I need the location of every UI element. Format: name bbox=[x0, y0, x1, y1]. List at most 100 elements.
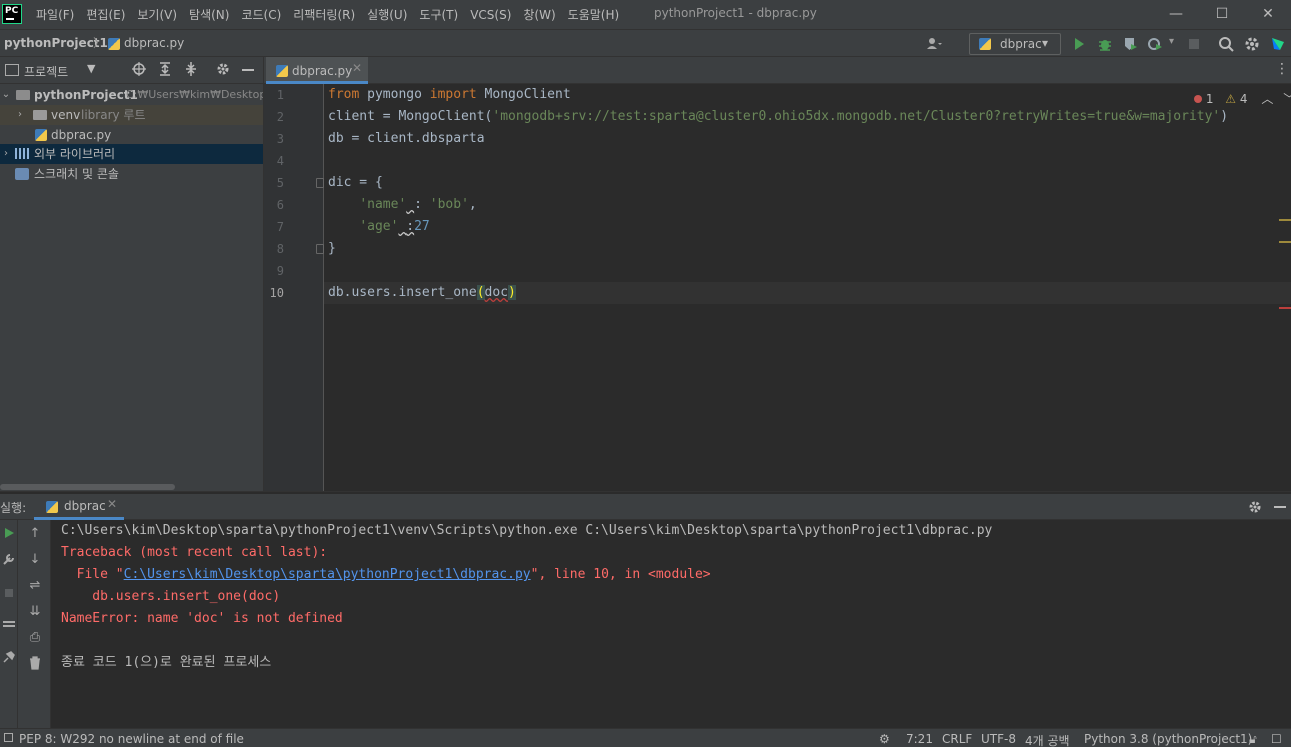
run-icon[interactable] bbox=[1069, 34, 1089, 54]
run-tab-dbprac[interactable]: dbprac ✕ bbox=[34, 494, 124, 520]
more-options-icon[interactable]: ⋮ bbox=[1275, 62, 1289, 76]
close-button[interactable]: ✕ bbox=[1245, 0, 1291, 29]
next-highlight-icon[interactable]: ﹀ bbox=[1283, 92, 1291, 106]
horizontal-scrollbar[interactable] bbox=[0, 484, 175, 490]
layout-icon[interactable] bbox=[0, 618, 18, 636]
tree-item-venv[interactable]: › venv library 루트 bbox=[0, 105, 263, 125]
editor-tab-bar: dbprac.py ✕ ⋮ bbox=[264, 57, 1291, 84]
chevron-right-icon[interactable]: › bbox=[0, 144, 12, 164]
project-panel-title[interactable]: 프로젝트 bbox=[24, 63, 68, 80]
menu-navigate[interactable]: 탐색(N) bbox=[183, 6, 235, 23]
code-editor[interactable]: from pymongo import MongoClient client =… bbox=[324, 84, 1291, 491]
indent-setting[interactable]: 4개 공백 bbox=[1025, 732, 1070, 747]
chevron-down-icon[interactable]: ⌄ bbox=[0, 85, 12, 105]
error-stripe[interactable] bbox=[1279, 307, 1291, 309]
user-icon[interactable] bbox=[924, 34, 944, 54]
scratch-icon bbox=[15, 168, 29, 180]
run-config-label: dbprac bbox=[1000, 37, 1042, 51]
close-tab-icon[interactable]: ✕ bbox=[352, 61, 362, 75]
collapse-all-icon[interactable] bbox=[183, 61, 199, 80]
line-separator[interactable]: CRLF bbox=[942, 732, 972, 746]
menu-run[interactable]: 실행(U) bbox=[361, 6, 413, 23]
maximize-button[interactable]: ☐ bbox=[1199, 0, 1245, 29]
expand-all-icon[interactable] bbox=[157, 61, 173, 80]
rerun-icon[interactable] bbox=[0, 526, 18, 544]
warning-stripe[interactable] bbox=[1279, 241, 1291, 243]
line-number: 9 bbox=[276, 264, 284, 278]
chevron-down-icon[interactable]: ▼ bbox=[87, 62, 95, 75]
menu-window[interactable]: 창(W) bbox=[517, 6, 561, 23]
profile-icon[interactable] bbox=[1145, 34, 1165, 54]
inspection-people-icon[interactable]: ⚙ bbox=[879, 732, 890, 746]
run-tab-label: dbprac bbox=[64, 499, 106, 513]
panel-settings-gear-icon[interactable] bbox=[215, 61, 231, 80]
minimize-button[interactable]: — bbox=[1153, 0, 1199, 29]
print-icon[interactable]: ⎙ bbox=[26, 630, 44, 645]
tree-item-label: pythonProject1 bbox=[34, 88, 138, 102]
run-config-selector[interactable]: dbprac ▾ bbox=[969, 33, 1061, 55]
notifications-icon[interactable]: ☐ bbox=[1271, 732, 1282, 746]
fold-marker-icon[interactable] bbox=[316, 244, 324, 254]
window-title: pythonProject1 - dbprac.py bbox=[654, 6, 817, 20]
code-line-6: 'name' : 'bob', bbox=[359, 197, 477, 212]
python-interpreter[interactable]: Python 3.8 (pythonProject1) bbox=[1084, 732, 1252, 746]
jetbrains-toolbox-icon[interactable] bbox=[1268, 34, 1288, 54]
menu-file[interactable]: 파일(F) bbox=[30, 6, 80, 23]
tree-item-dbprac[interactable]: dbprac.py bbox=[0, 125, 263, 145]
arrow-down-icon[interactable]: ↓ bbox=[26, 552, 44, 567]
menu-help[interactable]: 도움말(H) bbox=[562, 6, 626, 23]
soft-wrap-icon[interactable]: ⇌ bbox=[26, 578, 44, 593]
file-encoding[interactable]: UTF-8 bbox=[981, 732, 1016, 746]
run-panel-label: 실행: bbox=[0, 501, 27, 515]
arrow-up-icon[interactable]: ↑ bbox=[26, 526, 44, 541]
tree-item-external-libraries[interactable]: › 외부 라이브러리 bbox=[0, 144, 263, 164]
run-settings-gear-icon[interactable] bbox=[1247, 499, 1263, 518]
menu-tools[interactable]: 도구(T) bbox=[413, 6, 464, 23]
coverage-icon[interactable] bbox=[1120, 34, 1140, 54]
hide-panel-icon[interactable] bbox=[242, 69, 254, 71]
warning-count: 4 bbox=[1239, 92, 1248, 106]
tab-dbprac[interactable]: dbprac.py ✕ bbox=[266, 57, 368, 84]
tool-window-toggle-icon[interactable] bbox=[4, 733, 13, 742]
stop-icon[interactable] bbox=[0, 586, 18, 604]
menu-code[interactable]: 코드(C) bbox=[235, 6, 287, 23]
tree-item-project-root[interactable]: ⌄ pythonProject1 C:₩Users₩kim₩Desktop₩ bbox=[0, 85, 277, 105]
close-tab-icon[interactable]: ✕ bbox=[107, 497, 117, 511]
more-run-chevron-icon[interactable]: ▾ bbox=[1169, 36, 1174, 47]
trash-icon[interactable] bbox=[26, 656, 44, 674]
locate-target-icon[interactable] bbox=[131, 61, 147, 80]
project-view-icon[interactable] bbox=[5, 64, 19, 76]
menu-refactor[interactable]: 리팩터링(R) bbox=[287, 6, 361, 23]
project-panel-header: 프로젝트 ▼ bbox=[0, 57, 263, 84]
console-file-link[interactable]: C:\Users\kim\Desktop\sparta\pythonProjec… bbox=[124, 567, 531, 582]
tree-item-label: dbprac.py bbox=[51, 128, 112, 142]
run-console[interactable]: C:\Users\kim\Desktop\sparta\pythonProjec… bbox=[51, 520, 1291, 728]
menu-view[interactable]: 보기(V) bbox=[131, 6, 183, 23]
code-line-7: 'age' :27 bbox=[359, 219, 430, 234]
lock-icon[interactable]: 🔓︎ bbox=[1249, 732, 1257, 747]
warning-stripe[interactable] bbox=[1279, 219, 1291, 221]
title-bar: PC 파일(F) 편집(E) 보기(V) 탐색(N) 코드(C) 리팩터링(R)… bbox=[0, 0, 1291, 29]
menu-bar: 파일(F) 편집(E) 보기(V) 탐색(N) 코드(C) 리팩터링(R) 실행… bbox=[30, 0, 625, 29]
line-number: 1 bbox=[276, 88, 284, 102]
console-command: C:\Users\kim\Desktop\sparta\pythonProjec… bbox=[61, 523, 993, 538]
hide-panel-icon[interactable] bbox=[1274, 506, 1286, 508]
pin-icon[interactable] bbox=[0, 650, 18, 668]
caret-position[interactable]: 7:21 bbox=[906, 732, 933, 746]
library-icon bbox=[15, 148, 29, 159]
tree-item-scratches[interactable]: 스크래치 및 콘솔 bbox=[0, 164, 263, 184]
chevron-right-icon[interactable]: › bbox=[14, 105, 26, 125]
fold-marker-icon[interactable] bbox=[316, 178, 324, 188]
debug-icon[interactable] bbox=[1095, 34, 1115, 54]
tree-item-label: 외부 라이브러리 bbox=[34, 147, 116, 161]
settings-gear-icon[interactable] bbox=[1242, 34, 1262, 54]
previous-highlight-icon[interactable]: ︿ bbox=[1261, 92, 1273, 106]
search-icon[interactable] bbox=[1216, 34, 1236, 54]
menu-vcs[interactable]: VCS(S) bbox=[464, 8, 517, 22]
edit-config-wrench-icon[interactable] bbox=[0, 552, 18, 570]
menu-edit[interactable]: 편집(E) bbox=[80, 6, 131, 23]
scroll-to-end-icon[interactable]: ⇊ bbox=[26, 604, 44, 619]
stop-icon[interactable] bbox=[1184, 34, 1204, 54]
breadcrumb-file[interactable]: dbprac.py bbox=[124, 36, 184, 50]
inspection-widget[interactable]: 1 ⚠ 4 ︿ ﹀ bbox=[1194, 90, 1291, 107]
